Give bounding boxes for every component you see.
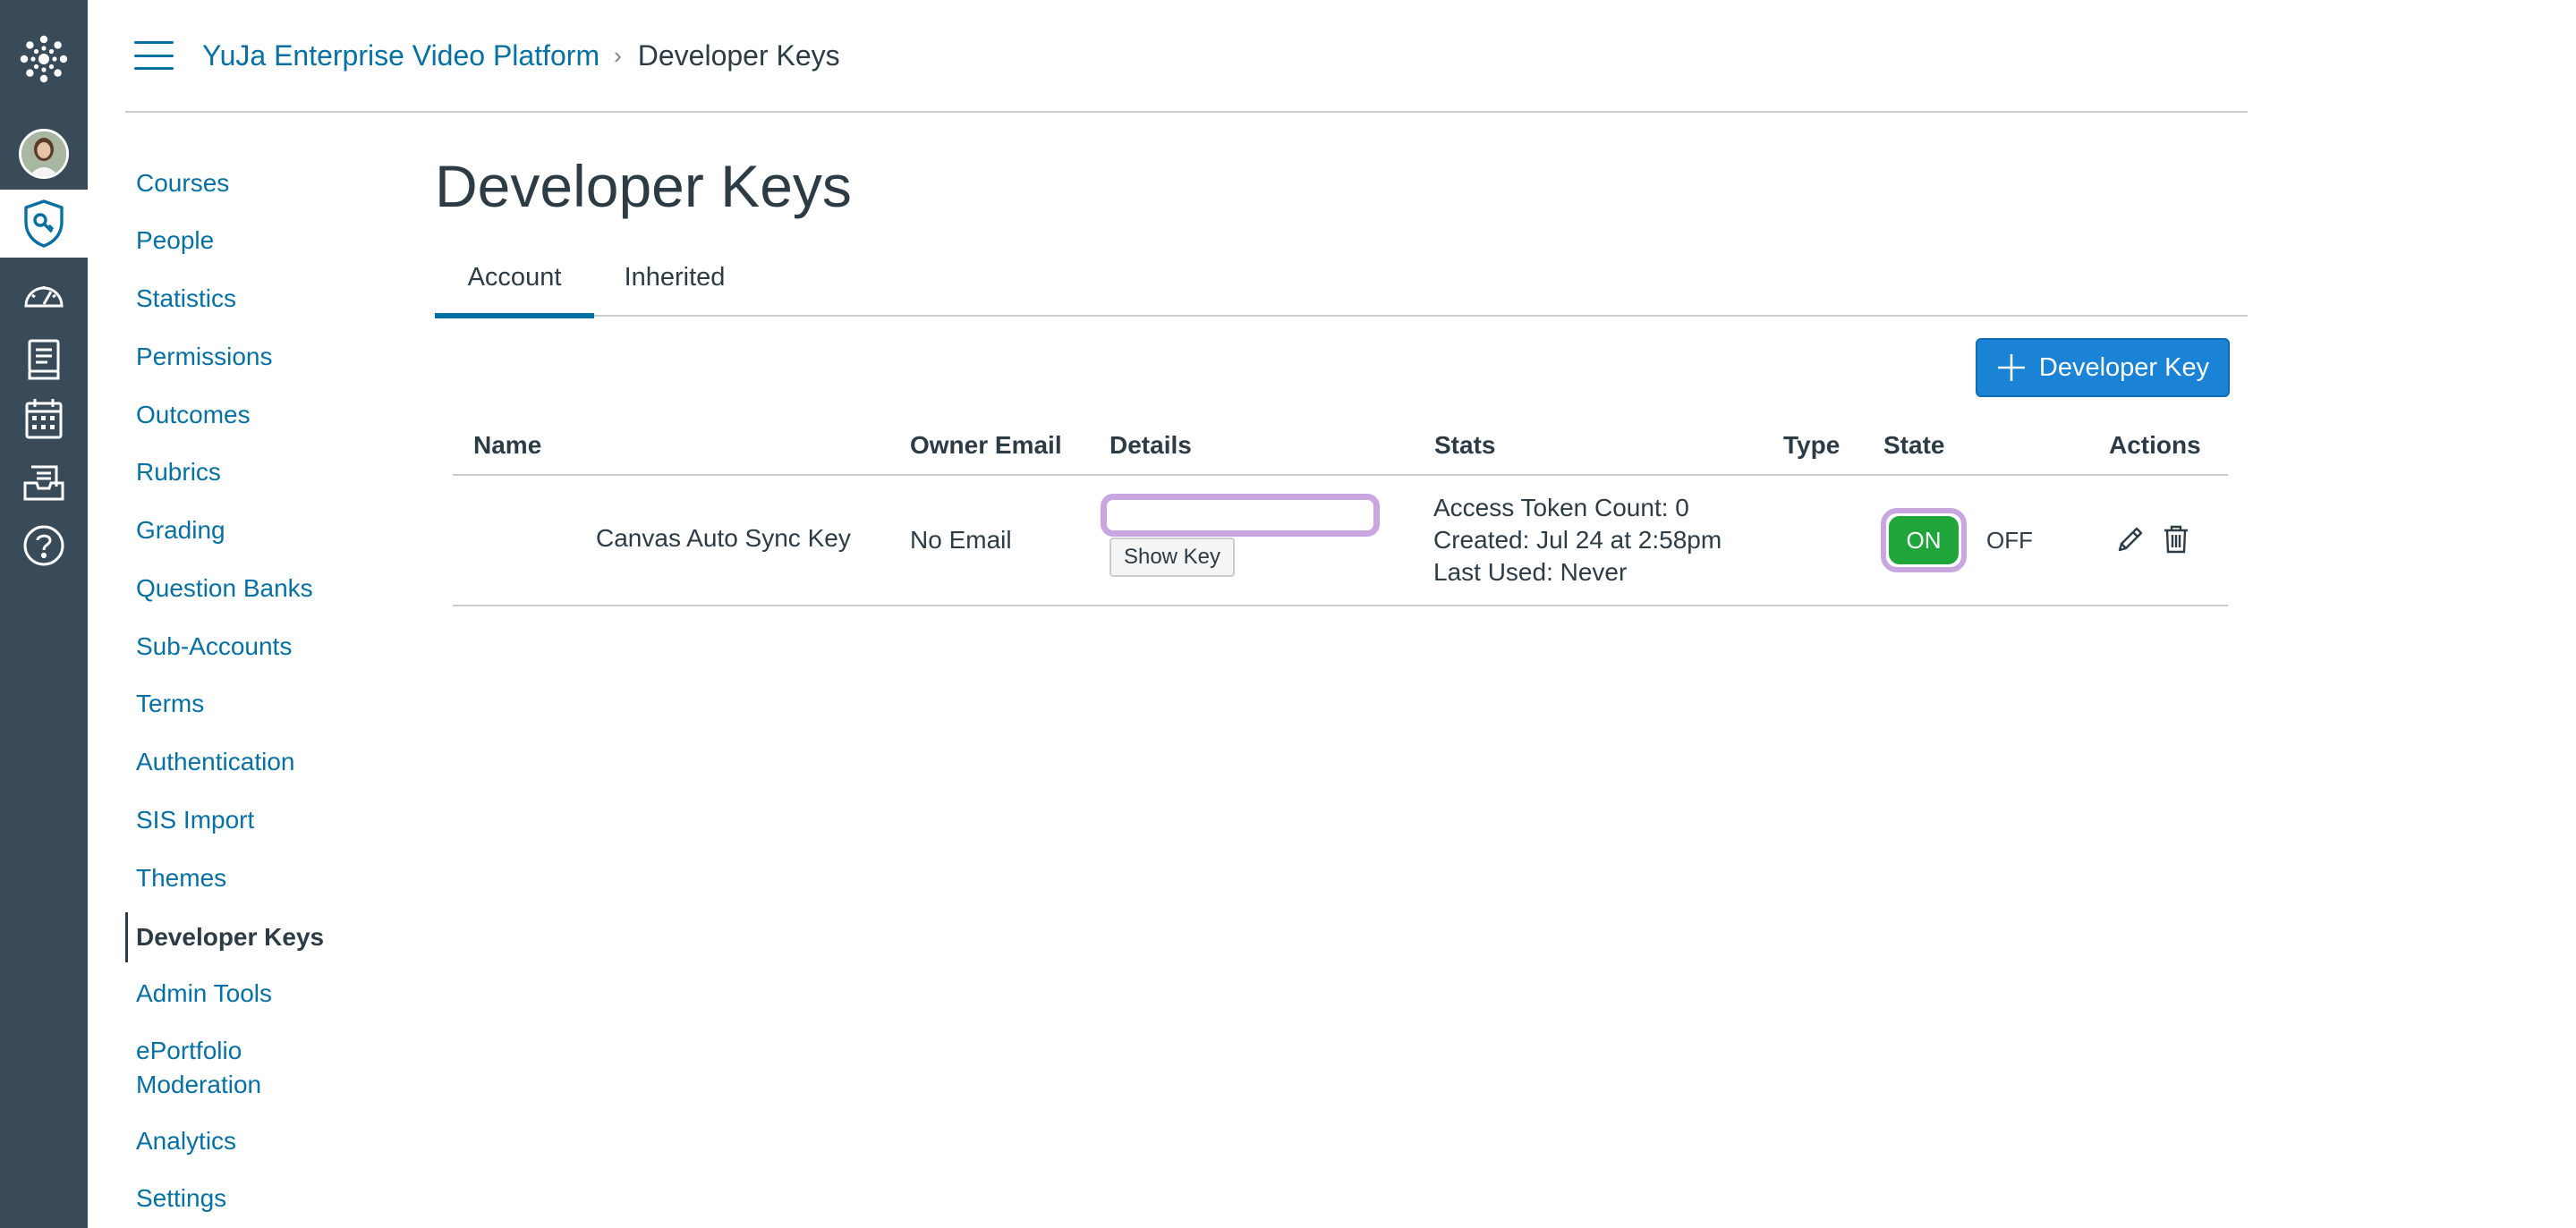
- column-header-owner-email: Owner Email: [910, 431, 1062, 459]
- courses-book-icon[interactable]: [0, 327, 88, 392]
- delete-trash-icon[interactable]: [2162, 524, 2190, 559]
- subnav-item-sis-import[interactable]: SIS Import: [125, 803, 394, 837]
- key-owner-email: No Email: [910, 526, 1012, 554]
- add-developer-key-label: Developer Key: [2038, 352, 2210, 382]
- tab-account[interactable]: Account: [435, 247, 594, 318]
- subnav-item-sub-accounts[interactable]: Sub-Accounts: [125, 630, 394, 664]
- subnav-item-themes[interactable]: Themes: [125, 861, 394, 895]
- calendar-icon[interactable]: [0, 386, 88, 451]
- avatar[interactable]: [0, 122, 88, 186]
- subnav-item-authentication[interactable]: Authentication: [125, 745, 394, 779]
- tab-inherited[interactable]: Inherited: [594, 247, 755, 317]
- breadcrumb-separator: ›: [614, 42, 622, 69]
- subnav-item-eportfolio-moderation[interactable]: ePortfolio Moderation: [125, 1034, 394, 1102]
- breadcrumb-current: Developer Keys: [637, 39, 840, 72]
- created-date: Created: Jul 24 at 2:58pm: [1433, 526, 1722, 554]
- hamburger-menu-icon[interactable]: [134, 41, 174, 70]
- subnav-item-courses[interactable]: Courses: [125, 166, 394, 200]
- subnav-item-question-banks[interactable]: Question Banks: [125, 572, 394, 606]
- column-header-name: Name: [473, 431, 542, 459]
- plus-icon: [1996, 352, 2027, 383]
- show-key-button[interactable]: Show Key: [1109, 538, 1235, 577]
- admin-shield-icon[interactable]: [0, 190, 88, 258]
- subnav-item-rubrics[interactable]: Rubrics: [125, 455, 394, 489]
- page-title: Developer Keys: [435, 153, 852, 219]
- column-header-stats: Stats: [1434, 431, 1496, 459]
- help-icon[interactable]: [0, 513, 88, 578]
- subnav-item-terms[interactable]: Terms: [125, 687, 394, 721]
- subnav-item-analytics[interactable]: Analytics: [125, 1124, 394, 1158]
- state-on-button[interactable]: ON: [1889, 516, 1959, 564]
- dashboard-icon[interactable]: [0, 261, 88, 326]
- subnav-item-settings[interactable]: Settings: [125, 1181, 394, 1215]
- column-header-state: State: [1883, 431, 1945, 459]
- last-used: Last Used: Never: [1433, 558, 1628, 586]
- add-developer-key-button[interactable]: Developer Key: [1976, 338, 2230, 397]
- access-token-count: Access Token Count: 0: [1433, 494, 1689, 521]
- column-header-type: Type: [1783, 431, 1841, 459]
- page-header: YuJa Enterprise Video Platform › Develop…: [125, 0, 2248, 113]
- state-toggle[interactable]: ON: [1881, 508, 1967, 572]
- breadcrumb-root-link[interactable]: YuJa Enterprise Video Platform: [202, 34, 599, 77]
- column-header-actions: Actions: [2109, 431, 2201, 459]
- table-header-divider: [453, 474, 2228, 476]
- state-off-button[interactable]: OFF: [1986, 524, 2033, 556]
- subnav-item-grading[interactable]: Grading: [125, 513, 394, 547]
- subnav-item-statistics[interactable]: Statistics: [125, 282, 394, 316]
- global-nav: [0, 0, 88, 1228]
- subnav-item-outcomes[interactable]: Outcomes: [125, 398, 394, 432]
- breadcrumb: YuJa Enterprise Video Platform › Develop…: [202, 34, 840, 77]
- subnav-item-permissions[interactable]: Permissions: [125, 340, 394, 374]
- developer-key-field[interactable]: [1101, 494, 1380, 537]
- key-name: Canvas Auto Sync Key: [596, 524, 851, 552]
- table-row-divider: [453, 605, 2228, 606]
- subnav-item-admin-tools[interactable]: Admin Tools: [125, 977, 394, 1011]
- tab-list: Account Inherited: [435, 247, 2248, 318]
- column-header-details: Details: [1109, 431, 1192, 459]
- subnav-item-developer-keys[interactable]: Developer Keys: [125, 912, 394, 962]
- subnav-item-people[interactable]: People: [125, 224, 394, 258]
- user-avatar-image: [19, 129, 69, 179]
- edit-pencil-icon[interactable]: [2115, 524, 2146, 559]
- inbox-icon[interactable]: [0, 451, 88, 515]
- canvas-logo-icon[interactable]: [0, 27, 88, 91]
